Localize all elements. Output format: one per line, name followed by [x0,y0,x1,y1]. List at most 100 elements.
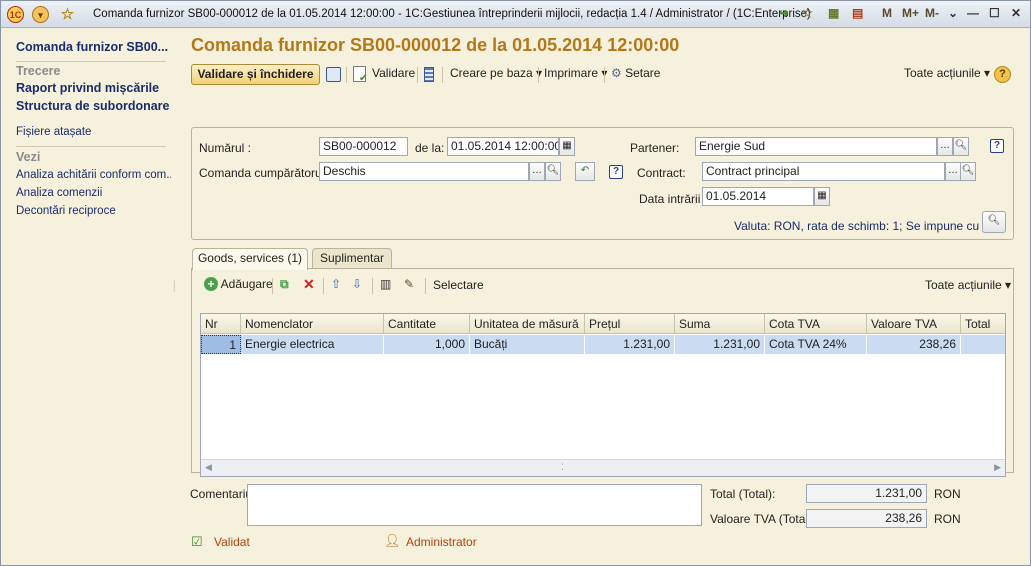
responsible-user[interactable]: Administrator [406,535,477,549]
scroll-thumb-grip[interactable]: ⁚ [561,462,564,473]
comment-field[interactable] [247,484,702,526]
column-header-suma[interactable]: Suma [675,314,765,334]
partner-open-icon[interactable]: 🔍︎ [953,137,969,156]
cell-total[interactable] [961,335,1005,354]
save-icon[interactable] [326,67,341,82]
calculator-icon[interactable]: ▦ [828,6,839,20]
document-list-icon[interactable] [424,67,434,82]
partner-help-icon[interactable]: ? [990,139,1004,153]
sidebar-item-payment-analysis[interactable]: Analiza achitării conform com... [16,169,176,181]
post-document-icon[interactable]: ✔ [353,66,367,84]
sidebar-item-movement-report[interactable]: Raport privind mișcările [16,81,159,95]
move-down-icon[interactable]: ⇩ [352,277,362,291]
toolbar-separator [538,67,539,83]
tab-suplimentar[interactable]: Suplimentar [312,248,392,269]
receipt-date-field[interactable]: 01.05.2014 [702,187,814,206]
contract-open-icon[interactable]: 🔍︎ [960,162,976,181]
number-field[interactable]: SB00-000012 [319,137,408,156]
settings-button[interactable]: ⚙ Setare [611,66,660,80]
main-window: 1C ▾ ☆ Comanda furnizor SB00-000012 de l… [0,0,1031,566]
cell-valoare-tva[interactable]: 238,26 [867,335,961,354]
calendar-icon[interactable]: ▦ [559,137,575,156]
sidebar-item-order-analysis[interactable]: Analiza comenzii [16,187,102,199]
customer-order-select-button[interactable]: … [529,162,545,181]
copy-row-icon[interactable]: ⧉ [280,277,289,292]
create-based-on-menu[interactable]: Creare pe baza ▾ [450,66,542,80]
all-actions-menu[interactable]: Toate acțiunile ▾ [904,66,990,80]
column-header-nomenclator[interactable]: Nomenclator [241,314,384,334]
date-field[interactable]: 01.05.2014 12:00:00 [447,137,559,156]
currency-info-link[interactable]: Valuta: RON, rata de schimb: 1; Se impun… [734,219,1005,233]
column-header-nr[interactable]: Nr [201,314,241,334]
bookmark-icon[interactable]: ☆ [802,6,813,20]
tab-goods-services[interactable]: Goods, services (1) [192,248,308,270]
receipt-date-label: Data intrării : [639,192,708,206]
customer-order-open-icon[interactable]: 🔍︎ [545,162,561,181]
fill-from-order-icon[interactable]: ↶ [575,162,595,181]
sidebar-item-attached-files[interactable]: Fișiere atașate [16,126,91,138]
close-icon[interactable]: ✕ [1011,6,1021,20]
cell-suma[interactable]: 1.231,00 [675,335,765,354]
column-header-total[interactable]: Total [961,314,1005,334]
column-header-unitate[interactable]: Unitatea de măsură [470,314,585,334]
toolbar-separator [323,278,324,294]
validated-icon: ☑ [191,534,203,549]
memory-m-button[interactable]: M [882,6,892,20]
table-header: Nr Nomenclator Cantitate Unitatea de măs… [201,314,1005,334]
cell-nomenclator[interactable]: Energie electrica [241,335,384,354]
app-logo-icon[interactable]: 1C [7,6,24,23]
partner-select-button[interactable]: … [937,137,953,156]
customer-order-help-icon[interactable]: ? [609,165,623,179]
horizontal-scrollbar[interactable]: ◀ ⁚ ▶ [201,459,1005,476]
maximize-icon[interactable]: ☐ [989,6,1000,20]
cell-cantitate[interactable]: 1,000 [384,335,470,354]
menu-dropdown-icon[interactable]: ▾ [32,6,49,23]
page-title: Comanda furnizor SB00-000012 de la 01.05… [191,35,680,55]
goods-table[interactable]: Nr Nomenclator Cantitate Unitatea de măs… [200,313,1006,477]
cell-pret[interactable]: 1.231,00 [585,335,675,354]
help-icon[interactable]: ? [994,66,1011,83]
contract-field[interactable]: Contract principal [702,162,945,181]
calendar-icon[interactable]: ▦ [814,187,830,206]
arrow-right-icon[interactable]: ➜ [779,6,789,20]
add-row-button[interactable]: + Adăugare [204,277,273,291]
table-row[interactable]: 1 Energie electrica 1,000 Bucăți 1.231,0… [201,335,1005,354]
move-up-icon[interactable]: ⇧ [331,277,341,291]
grid-all-actions-menu[interactable]: Toate acțiunile ▾ [925,278,1011,292]
panel-splitter[interactable]: ⁝ ⁝ [171,29,183,565]
scroll-left-icon[interactable]: ◀ [205,462,212,473]
column-header-cantitate[interactable]: Cantitate [384,314,470,334]
vat-value: 238,26 [806,509,927,528]
scroll-right-icon[interactable]: ▶ [994,462,1001,473]
calendar-icon[interactable]: ▤ [852,6,863,20]
customer-order-field[interactable]: Deschis [319,162,529,181]
select-items-button[interactable]: Selectare [433,278,484,292]
print-menu[interactable]: Imprimare ▾ [544,66,607,80]
status-label: Validat [214,535,250,549]
column-header-pret[interactable]: Prețul [585,314,675,334]
favorite-star-icon[interactable]: ☆ [59,6,76,23]
chevron-down-icon[interactable]: ⌄ [948,6,958,20]
contract-select-button[interactable]: … [945,162,961,181]
barcode-icon[interactable]: ▥ [380,277,391,291]
memory-plus-button[interactable]: M+ [902,6,919,20]
sidebar-divider [16,61,166,62]
all-actions-label: Toate acțiunile [904,66,981,80]
delete-row-icon[interactable]: ✕ [303,276,315,293]
cell-nr[interactable]: 1 [201,335,241,354]
cell-unitate[interactable]: Bucăți [470,335,585,354]
column-header-cota-tva[interactable]: Cota TVA [765,314,867,334]
currency-settings-icon[interactable]: 🔍︎ [982,211,1006,233]
partner-field[interactable]: Energie Sud [695,137,937,156]
pick-icon[interactable]: ✎ [404,277,414,291]
post-and-close-button[interactable]: Validare și închidere [191,64,320,85]
post-button[interactable]: Validare [372,66,415,80]
memory-minus-button[interactable]: M- [925,6,939,20]
column-header-valoare-tva[interactable]: Valoare TVA [867,314,961,334]
minimize-icon[interactable]: — [967,6,979,20]
print-label: Imprimare [544,66,599,80]
sidebar-item-current-document[interactable]: Comanda furnizor SB00... [16,40,168,54]
cell-cota-tva[interactable]: Cota TVA 24% [765,335,867,354]
sidebar-item-subordination[interactable]: Structura de subordonare [16,99,170,113]
sidebar-item-settlements[interactable]: Decontări reciproce [16,205,116,217]
